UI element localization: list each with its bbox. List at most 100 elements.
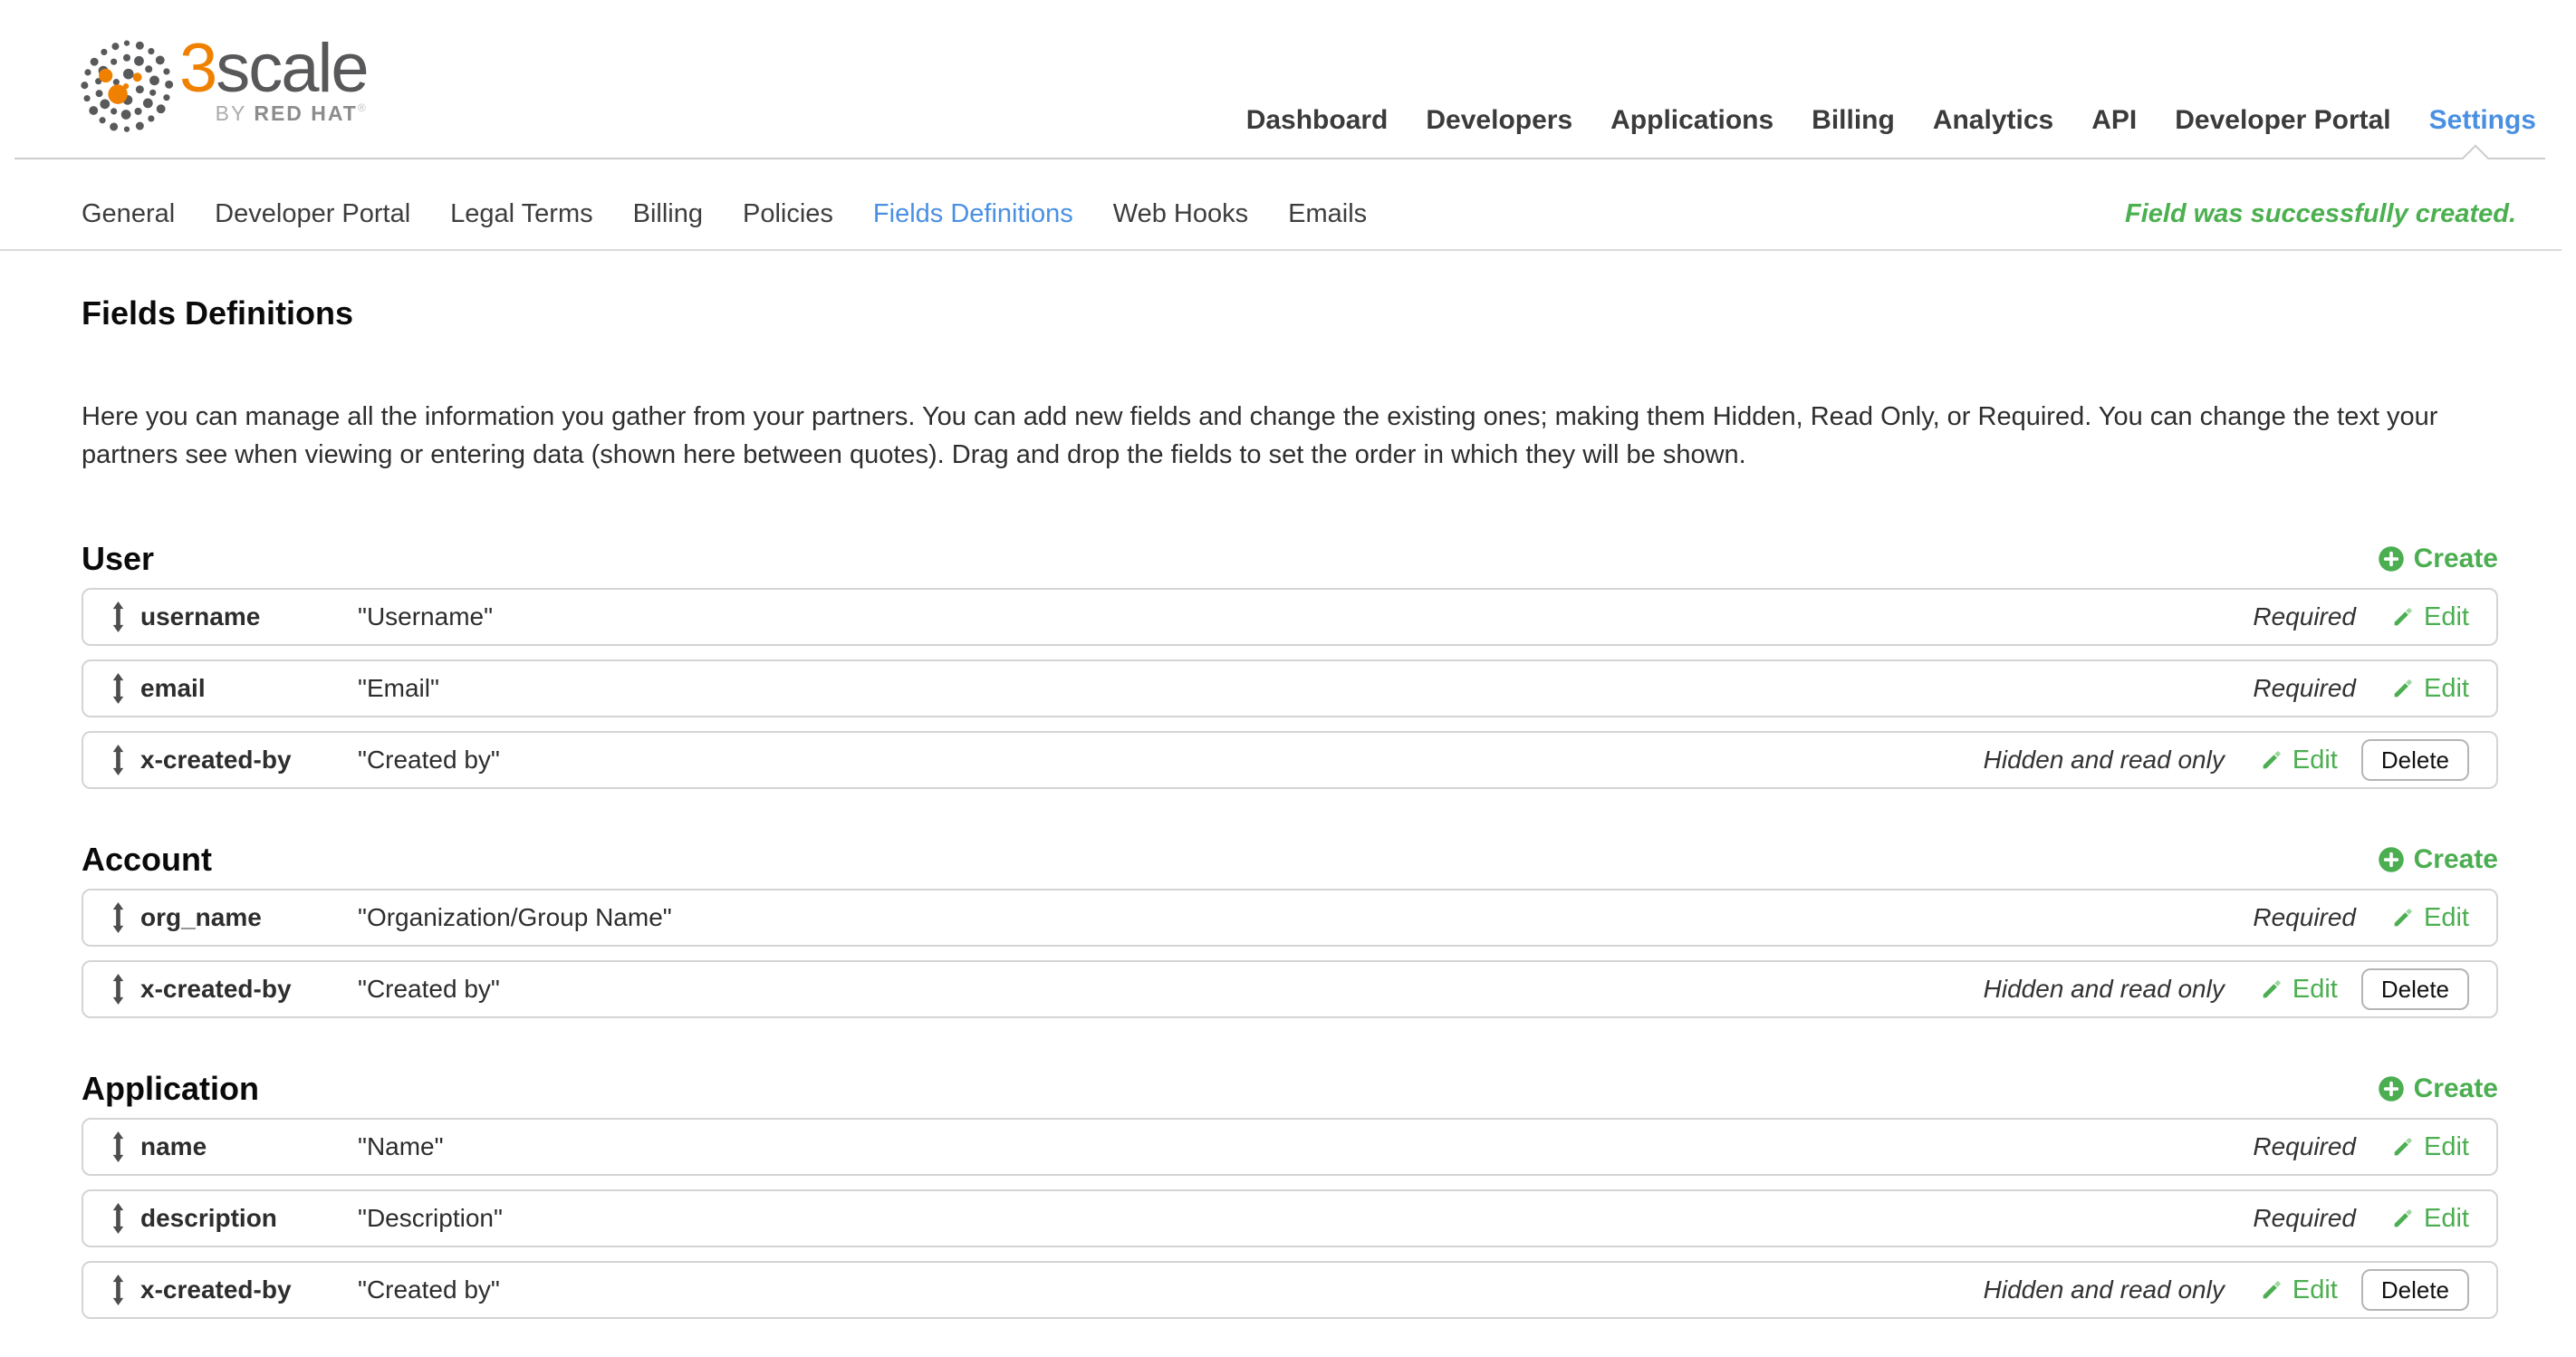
logo-byline: BY RED HAT®	[216, 101, 368, 126]
plus-circle-icon	[2378, 846, 2405, 873]
create-button-label: Create	[2414, 1073, 2498, 1104]
top-nav-item-analytics[interactable]: Analytics	[1933, 105, 2053, 136]
subnav-item-web-hooks[interactable]: Web Hooks	[1113, 199, 1248, 229]
field-status: Required	[2253, 903, 2356, 932]
edit-button[interactable]: Edit	[2259, 975, 2338, 1005]
section-rows: name "Name" Required Edit description "D…	[82, 1118, 2498, 1319]
top-nav-item-applications[interactable]: Applications	[1610, 105, 1773, 136]
page-title: Fields Definitions	[82, 294, 2498, 332]
drag-handle-icon[interactable]	[111, 974, 126, 1005]
edit-button[interactable]: Edit	[2390, 903, 2469, 933]
drag-handle-icon[interactable]	[111, 1131, 126, 1162]
field-quoted-label: "Created by"	[358, 1275, 500, 1304]
edit-button-label: Edit	[2424, 602, 2469, 632]
subnav-item-legal-terms[interactable]: Legal Terms	[450, 199, 592, 229]
edit-button-label: Edit	[2292, 746, 2338, 775]
field-row: org_name "Organization/Group Name" Requi…	[82, 889, 2498, 947]
pencil-icon	[2259, 1277, 2284, 1303]
field-quoted-label: "Email"	[358, 674, 439, 703]
delete-button[interactable]: Delete	[2361, 968, 2469, 1010]
drag-handle-icon[interactable]	[111, 1203, 126, 1234]
delete-button[interactable]: Delete	[2361, 1269, 2469, 1311]
edit-button[interactable]: Edit	[2390, 602, 2469, 632]
section-header: User Create	[82, 541, 2498, 577]
section-header: Account Create	[82, 842, 2498, 878]
field-quoted-label: "Username"	[358, 602, 493, 631]
field-status: Required	[2253, 1204, 2356, 1233]
field-status: Hidden and read only	[1984, 975, 2225, 1004]
field-status: Required	[2253, 674, 2356, 703]
top-nav-item-settings[interactable]: Settings	[2429, 105, 2536, 136]
subnav-item-fields-definitions[interactable]: Fields Definitions	[873, 199, 1073, 229]
field-section-user: User Create username "Username" Required	[82, 541, 2498, 789]
drag-handle-icon[interactable]	[111, 673, 126, 704]
subnav-item-developer-portal[interactable]: Developer Portal	[215, 199, 410, 229]
pencil-icon	[2390, 604, 2416, 630]
settings-subnav: General Developer Portal Legal Terms Billin…	[82, 199, 1367, 229]
field-quoted-label: "Description"	[358, 1204, 503, 1233]
field-status: Hidden and read only	[1984, 746, 2225, 775]
create-button-label: Create	[2414, 844, 2498, 875]
field-name: x-created-by	[140, 975, 358, 1004]
header-divider	[14, 158, 2545, 159]
top-nav-item-developer-portal[interactable]: Developer Portal	[2175, 105, 2390, 136]
edit-button[interactable]: Edit	[2259, 1275, 2338, 1305]
subnav-item-general[interactable]: General	[82, 199, 175, 229]
page-description: Here you can manage all the information …	[82, 398, 2498, 474]
top-nav-item-developers[interactable]: Developers	[1426, 105, 1572, 136]
section-title: User	[82, 541, 154, 577]
field-section-account: Account Create org_name "Organization/Gr…	[82, 842, 2498, 1018]
edit-button-label: Edit	[2292, 975, 2338, 1005]
delete-button[interactable]: Delete	[2361, 739, 2469, 781]
field-name: email	[140, 674, 358, 703]
create-button[interactable]: Create	[2378, 544, 2498, 574]
edit-button[interactable]: Edit	[2259, 746, 2338, 775]
drag-handle-icon[interactable]	[111, 745, 126, 775]
edit-button-label: Edit	[2424, 1204, 2469, 1234]
field-row: description "Description" Required Edit	[82, 1189, 2498, 1247]
field-status: Required	[2253, 1132, 2356, 1161]
field-row: x-created-by "Created by" Hidden and rea…	[82, 960, 2498, 1018]
pencil-icon	[2390, 1206, 2416, 1231]
logo-3scale[interactable]: 3scale BY RED HAT®	[80, 33, 368, 134]
main-content: Fields Definitions Here you can manage a…	[0, 294, 2576, 1319]
top-nav-item-api[interactable]: API	[2091, 105, 2137, 136]
section-title: Application	[82, 1071, 259, 1107]
top-nav-item-billing[interactable]: Billing	[1812, 105, 1895, 136]
field-row: x-created-by "Created by" Hidden and rea…	[82, 1261, 2498, 1319]
create-button-label: Create	[2414, 544, 2498, 574]
field-quoted-label: "Created by"	[358, 975, 500, 1004]
field-row: username "Username" Required Edit	[82, 588, 2498, 646]
pencil-icon	[2390, 1134, 2416, 1160]
app-header: 3scale BY RED HAT® Dashboard Developers Ap…	[0, 0, 2576, 159]
subnav-item-billing[interactable]: Billing	[633, 199, 703, 229]
logo-dots-icon	[80, 40, 174, 134]
field-sections: User Create username "Username" Required	[82, 541, 2498, 1319]
edit-button-label: Edit	[2292, 1275, 2338, 1305]
section-header: Application Create	[82, 1071, 2498, 1107]
edit-button[interactable]: Edit	[2390, 674, 2469, 704]
create-button[interactable]: Create	[2378, 844, 2498, 875]
section-title: Account	[82, 842, 212, 878]
field-name: x-created-by	[140, 746, 358, 775]
subnav-item-policies[interactable]: Policies	[743, 199, 833, 229]
top-nav-item-dashboard[interactable]: Dashboard	[1246, 105, 1389, 136]
drag-handle-icon[interactable]	[111, 902, 126, 933]
edit-button[interactable]: Edit	[2390, 1132, 2469, 1162]
page: 3scale BY RED HAT® Dashboard Developers Ap…	[0, 0, 2576, 1357]
field-quoted-label: "Created by"	[358, 746, 500, 775]
field-quoted-label: "Organization/Group Name"	[358, 903, 672, 932]
field-status: Hidden and read only	[1984, 1275, 2225, 1304]
drag-handle-icon[interactable]	[111, 602, 126, 632]
field-name: x-created-by	[140, 1275, 358, 1304]
field-name: org_name	[140, 903, 358, 932]
subnav-item-emails[interactable]: Emails	[1288, 199, 1367, 229]
edit-button[interactable]: Edit	[2390, 1204, 2469, 1234]
edit-button-label: Edit	[2424, 674, 2469, 704]
field-name: username	[140, 602, 358, 631]
drag-handle-icon[interactable]	[111, 1275, 126, 1305]
field-row: email "Email" Required Edit	[82, 659, 2498, 717]
create-button[interactable]: Create	[2378, 1073, 2498, 1104]
field-row: x-created-by "Created by" Hidden and rea…	[82, 731, 2498, 789]
logo-wordmark: 3scale	[179, 33, 368, 105]
